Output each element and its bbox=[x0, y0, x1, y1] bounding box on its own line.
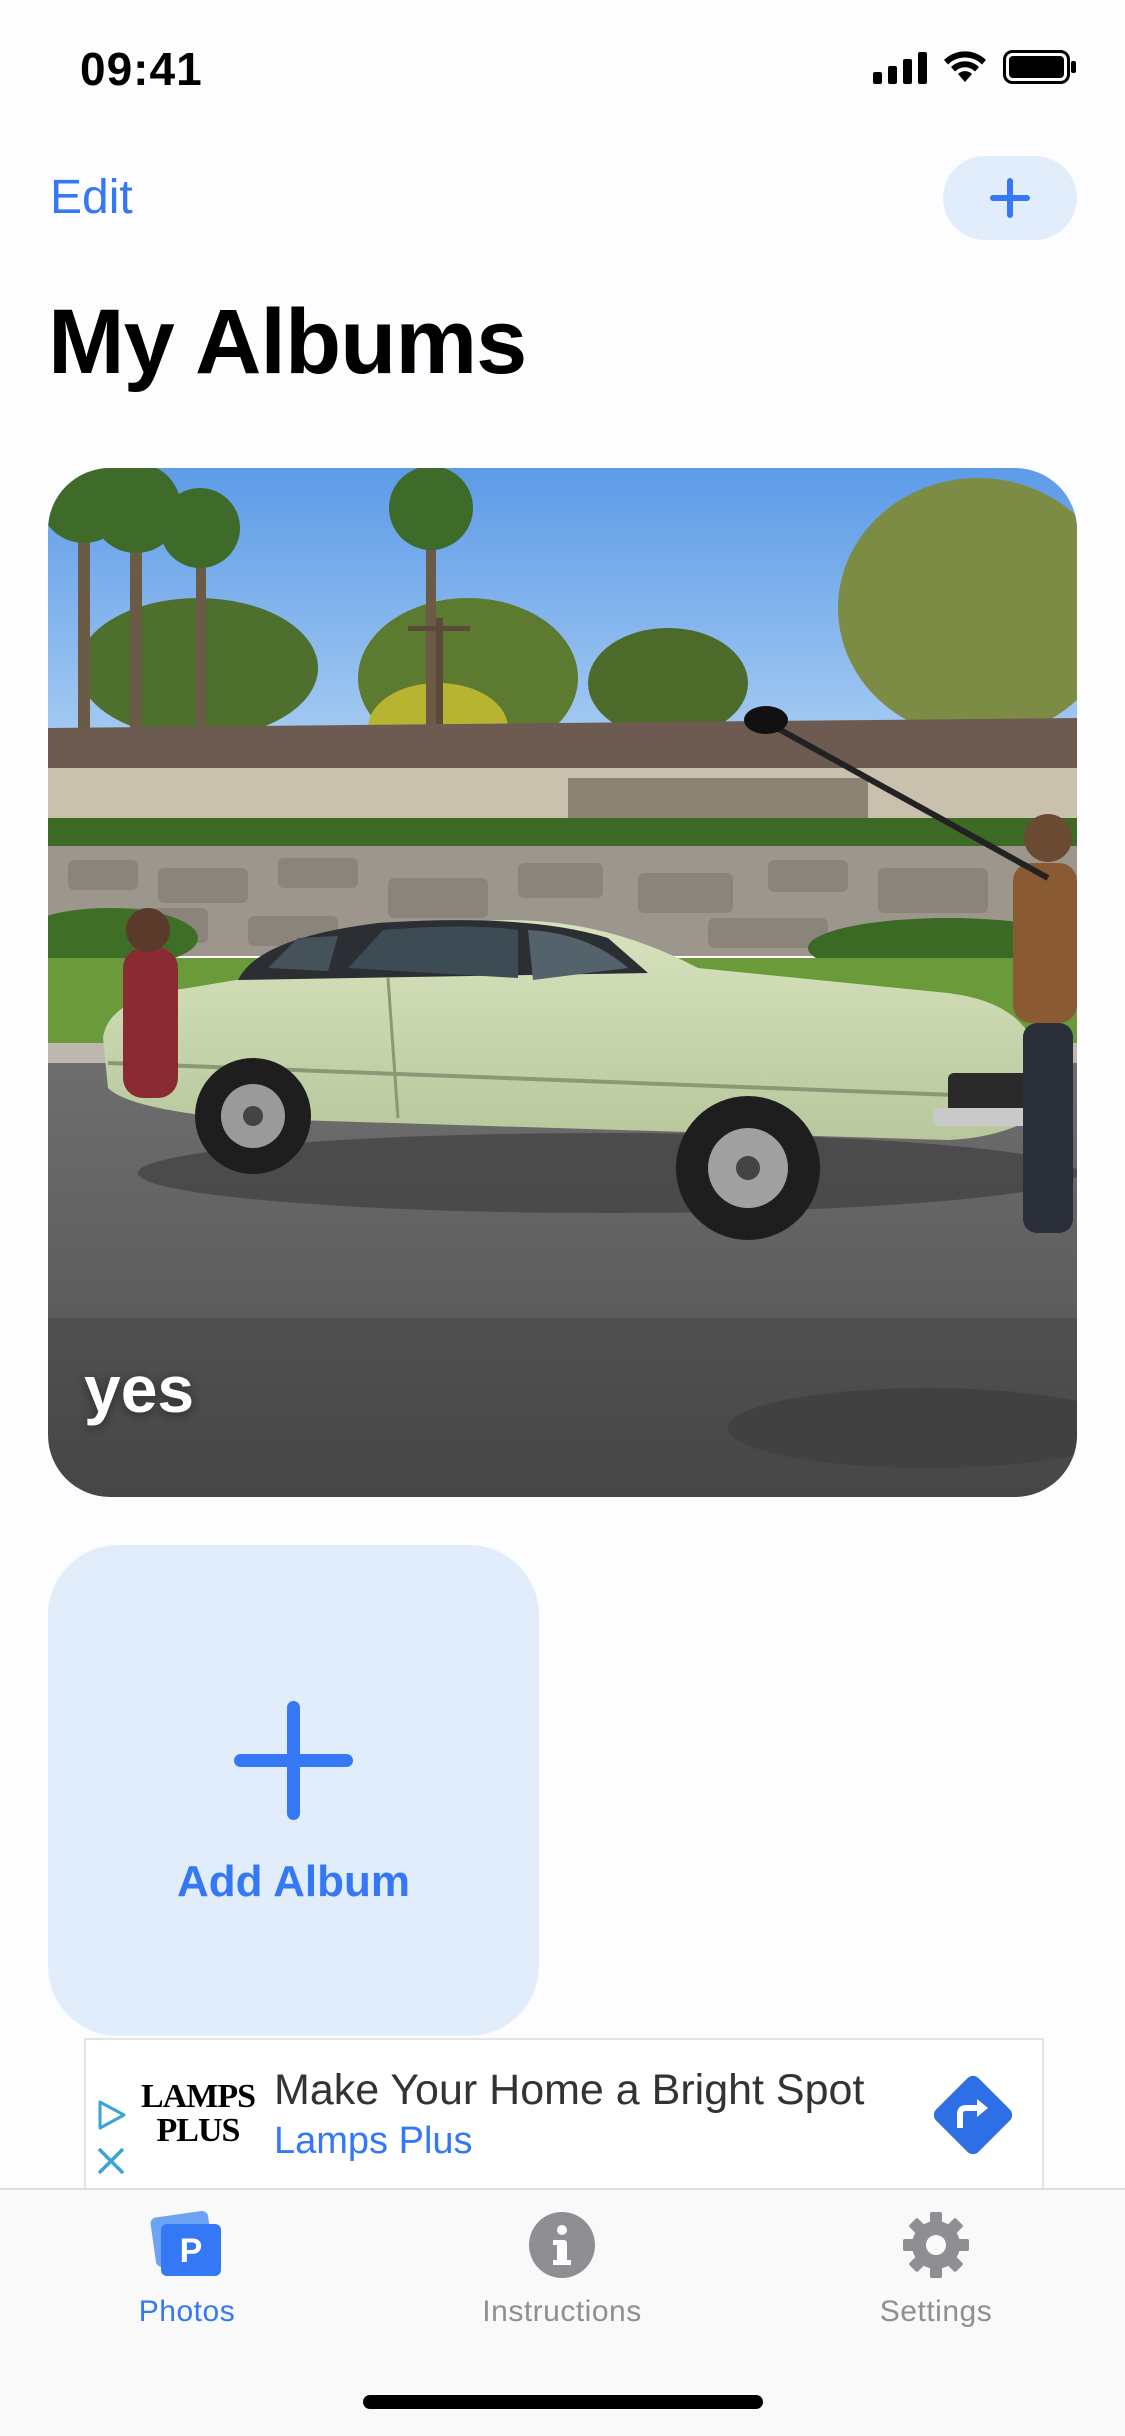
tab-label-settings: Settings bbox=[879, 2295, 993, 2328]
advertiser-logo-line1: LAMPS bbox=[141, 2078, 256, 2115]
ad-choices-icon[interactable] bbox=[94, 2098, 128, 2132]
screen: 09:41 Edit My Albums yes Add Album LAMPS… bbox=[0, 0, 1125, 2436]
gear-icon bbox=[903, 2212, 969, 2278]
status-time: 09:41 bbox=[80, 43, 203, 95]
tab-label-photos: Photos bbox=[138, 2295, 236, 2328]
tab-instructions[interactable]: Instructions bbox=[432, 2210, 692, 2329]
ad-advertiser: Lamps Plus bbox=[274, 2120, 473, 2162]
info-icon bbox=[529, 2212, 595, 2278]
wifi-icon bbox=[944, 51, 986, 82]
album-cover-image bbox=[48, 468, 1077, 1497]
ad-banner[interactable]: LAMPS PLUS Make Your Home a Bright Spot … bbox=[84, 2038, 1044, 2188]
photos-icon: P bbox=[150, 2210, 221, 2276]
status-icons bbox=[873, 50, 1077, 84]
tab-settings[interactable]: Settings bbox=[806, 2210, 1066, 2329]
add-button[interactable] bbox=[943, 156, 1077, 240]
plus-icon bbox=[234, 1701, 353, 1820]
directions-icon[interactable] bbox=[928, 2070, 1018, 2160]
status-bar: 09:41 bbox=[0, 0, 1125, 135]
svg-text:P: P bbox=[180, 2232, 203, 2270]
battery-icon bbox=[1003, 50, 1076, 84]
advertiser-logo-line2: PLUS bbox=[156, 2112, 241, 2149]
tab-label-instructions: Instructions bbox=[482, 2295, 642, 2328]
close-icon[interactable] bbox=[96, 2146, 126, 2176]
ad-headline: Make Your Home a Bright Spot bbox=[274, 2066, 865, 2114]
edit-button[interactable]: Edit bbox=[50, 170, 133, 225]
add-album-label: Add Album bbox=[177, 1857, 410, 1906]
page-title: My Albums bbox=[48, 291, 527, 393]
home-indicator[interactable] bbox=[363, 2395, 763, 2409]
add-album-button[interactable]: Add Album bbox=[48, 1545, 539, 2036]
tab-photos[interactable]: P Photos bbox=[57, 2210, 317, 2329]
advertiser-logo: LAMPS PLUS bbox=[138, 2080, 258, 2148]
plus-icon bbox=[990, 178, 1030, 218]
album-name: yes bbox=[84, 1352, 195, 1426]
cellular-signal-icon bbox=[873, 50, 927, 84]
album-card[interactable]: yes bbox=[48, 468, 1077, 1497]
